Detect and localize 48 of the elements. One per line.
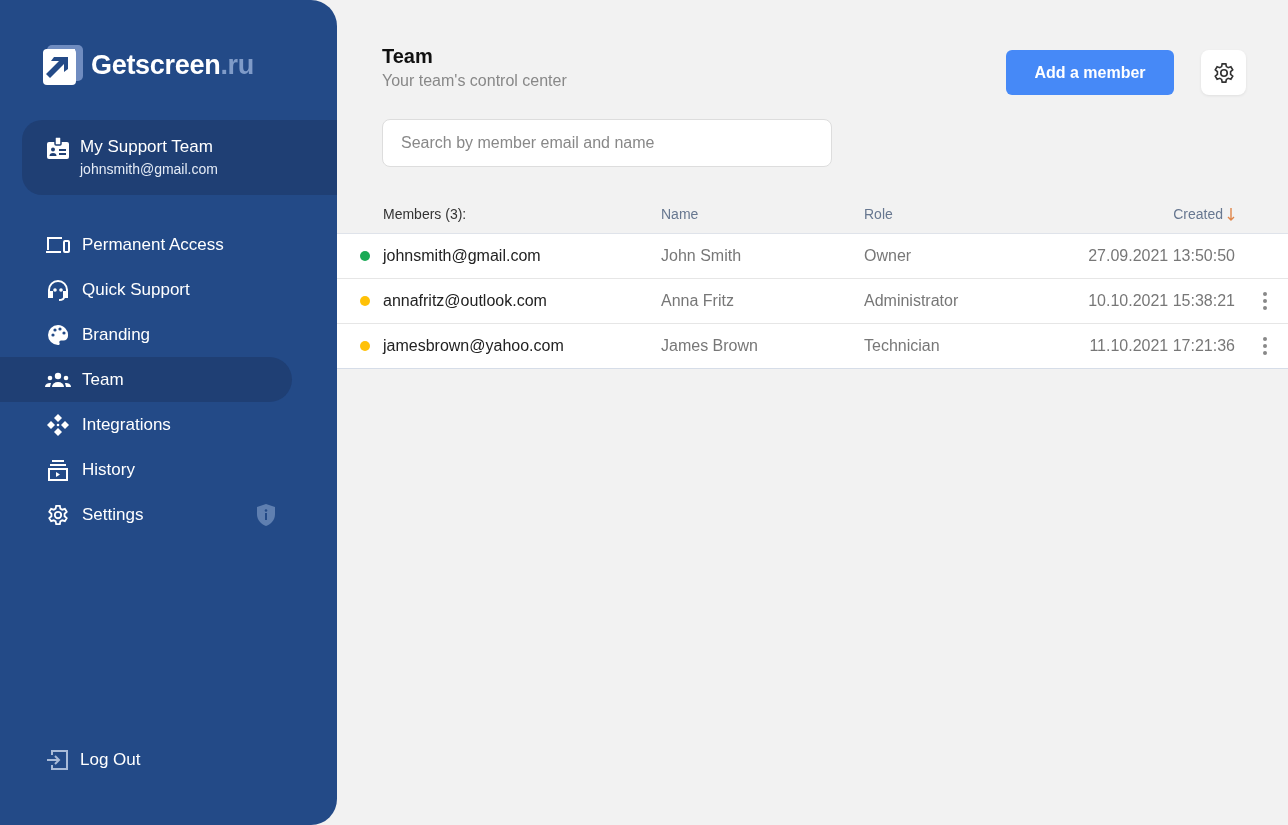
member-email: johnsmith@gmail.com — [383, 247, 541, 265]
column-header[interactable]: Created — [1173, 206, 1223, 222]
member-row[interactable]: annafritz@outlook.com Anna Fritz Administrator 10.10.2021 15:38:21 — [337, 279, 1288, 324]
member-role: Owner — [864, 247, 912, 265]
team-icon — [45, 371, 71, 388]
more-menu-icon[interactable] — [1263, 292, 1267, 310]
created-date: 10.10.2021 15:38:21 — [1088, 292, 1235, 310]
column-header[interactable]: Role — [864, 206, 893, 222]
member-email: annafritz@outlook.com — [383, 292, 547, 310]
integrations-icon — [46, 412, 70, 437]
member-name: Anna Fritz — [661, 292, 734, 310]
workspace-card[interactable]: My Support Team johnsmith@gmail.com — [22, 120, 337, 195]
settings-icon — [1212, 61, 1235, 84]
logo-icon — [43, 45, 83, 85]
logo-text: Getscreen.ru — [91, 49, 254, 81]
id-badge-icon — [46, 136, 70, 160]
created-date: 27.09.2021 13:50:50 — [1088, 247, 1235, 265]
settings-button[interactable] — [1201, 50, 1246, 95]
member-role: Technician — [864, 337, 940, 355]
page-title: Team — [382, 45, 434, 67]
nav-item[interactable]: History — [0, 447, 292, 492]
nav-item[interactable]: Branding — [0, 312, 292, 357]
nav-item[interactable]: Team — [0, 357, 292, 402]
member-row[interactable]: jamesbrown@yahoo.com James Brown Technician 11.10.2021 17:21:36 — [337, 324, 1288, 369]
page-subtitle: Your team's control center — [382, 72, 567, 90]
member-name: John Smith — [661, 247, 742, 265]
devices-icon — [45, 234, 71, 255]
history-icon — [47, 458, 69, 481]
settings-icon — [47, 503, 69, 526]
column-header[interactable]: Name — [661, 206, 699, 222]
headset-icon — [46, 278, 70, 301]
palette-icon — [47, 323, 69, 346]
column-header[interactable]: Members (3): — [383, 206, 467, 222]
nav-item[interactable]: Permanent Access — [0, 222, 292, 267]
nav-item[interactable]: Settings — [0, 492, 292, 537]
logout-link[interactable]: Log Out — [0, 749, 337, 771]
member-name: James Brown — [661, 337, 758, 355]
nav-item[interactable]: Integrations — [0, 402, 292, 447]
search-field[interactable]: Search by member email and name — [382, 119, 832, 167]
nav-item[interactable]: Quick Support — [0, 267, 292, 312]
workspace-title: My Support Team — [80, 136, 214, 158]
logout-icon — [45, 749, 69, 771]
member-role: Administrator — [864, 292, 959, 310]
workspace-email: johnsmith@gmail.com — [80, 161, 218, 177]
more-menu-icon[interactable] — [1263, 337, 1267, 355]
member-email: jamesbrown@yahoo.com — [383, 337, 564, 355]
member-row[interactable]: johnsmith@gmail.com John Smith Owner 27.09.2021 13:50:50 — [337, 234, 1288, 279]
created-date: 11.10.2021 17:21:36 — [1089, 337, 1235, 355]
